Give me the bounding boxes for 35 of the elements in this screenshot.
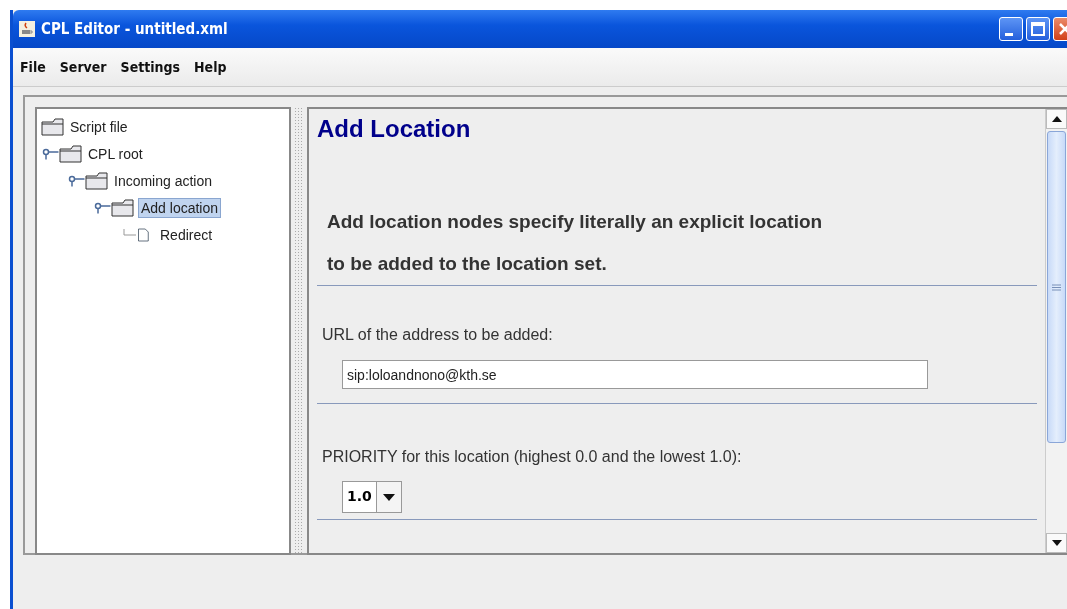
- maximize-button[interactable]: [1026, 17, 1050, 41]
- minimize-button[interactable]: [999, 17, 1023, 41]
- split-handle[interactable]: [294, 107, 304, 555]
- menu-item[interactable]: File: [15, 57, 51, 77]
- expand-handle-icon[interactable]: [67, 174, 85, 187]
- tree-node[interactable]: Incoming action: [112, 171, 215, 190]
- menu-item[interactable]: Settings: [115, 57, 186, 77]
- folder-icon: [41, 117, 65, 136]
- scroll-up-icon[interactable]: [1051, 116, 1062, 122]
- folder-icon: [111, 198, 135, 217]
- folder-icon: [85, 171, 109, 190]
- priority-label: PRIORITY for this location (highest 0.0 and the lowest 1.0):: [322, 448, 743, 466]
- cup-icon: [19, 21, 35, 37]
- tree-node[interactable]: CPL root: [86, 144, 145, 163]
- description-text: Add location nodes specify literally an explicit location: [327, 210, 824, 234]
- menu-item[interactable]: Server: [54, 57, 112, 77]
- description-text: to be added to the location set.: [327, 252, 608, 276]
- tree-node[interactable]: Redirect: [158, 225, 215, 244]
- maximize-icon: [1031, 22, 1045, 36]
- folder-icon: [59, 144, 83, 163]
- expand-handle-icon[interactable]: [93, 201, 111, 214]
- url-label: URL of the address to be added:: [322, 326, 554, 344]
- expand-handle-icon[interactable]: [41, 147, 59, 160]
- dropdown-arrow-icon: [382, 493, 395, 501]
- tree-node[interactable]: Script file: [68, 117, 130, 136]
- priority-dropdown[interactable]: 1.0: [342, 481, 402, 513]
- window-title: CPL Editor - untitled.xml: [41, 20, 228, 38]
- scrollbar[interactable]: [1045, 109, 1067, 553]
- tree-node[interactable]: Add location: [138, 197, 222, 218]
- grip-icon: [1052, 283, 1061, 291]
- panel-heading: Add Location: [317, 115, 472, 143]
- scroll-down-icon[interactable]: [1051, 540, 1062, 546]
- minimize-icon: [1005, 32, 1013, 36]
- menu-item[interactable]: Help: [189, 57, 232, 77]
- url-field[interactable]: sip:loloandnono@kth.se: [342, 360, 928, 389]
